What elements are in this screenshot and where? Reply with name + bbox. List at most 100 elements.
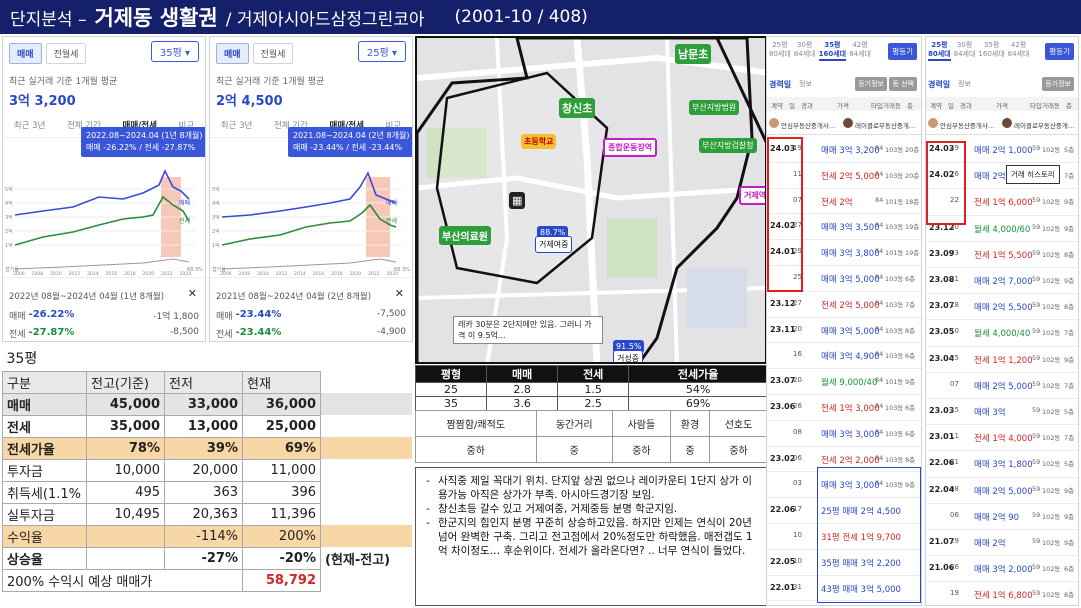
contract-day: 26 [950,563,959,572]
size-tab[interactable]: 42평 84세대 [849,41,871,61]
agent-name[interactable]: 레이클로부동산중개… [855,120,915,130]
info-label[interactable]: 정보 [958,79,971,89]
size-tab[interactable]: 25평 80세대 [928,41,951,61]
tab-sale[interactable]: 매매 [216,43,249,64]
transaction-row[interactable]: 23.06 26 전세 1억 3,000 84 103동 6층 [767,395,921,421]
deal-floor: 9층 [1064,277,1075,285]
y-tick: 4억 [212,200,220,207]
map-label-namun-elementary[interactable]: 남문초 [675,44,712,64]
rating-value: 중 [535,436,613,463]
agent-name[interactable]: 안심부동산중개사… [940,120,994,130]
table-cell: 3.6 [486,396,559,411]
map-label-changsin-elementary[interactable]: 창신초 [559,98,596,118]
sort-label[interactable]: 경력일 [769,79,791,90]
badge-period: 2021.08~2024.04 (2년 8개월) [293,131,410,140]
deal-floor: 20층 [905,171,920,180]
deal-price: 전세 2억 [821,197,853,208]
size-tab[interactable]: 25평 80세대 [769,41,791,61]
transaction-row[interactable]: 07 매매 2억 5,000 59 102동 7층 [926,373,1078,399]
y-tick: 4억 [5,200,13,207]
table-cell: 39% [164,436,243,460]
map-label-geoje-station[interactable]: 거제역 [739,186,765,205]
transaction-row[interactable]: 21.06 26 매매 3억 2,000 59 102동 6층 [926,556,1078,583]
jeonse-change-row: 전세 -23.44% -4,900 [216,327,406,340]
transaction-row[interactable]: 19 전세 1억 6,800 59 102동 8층 [926,582,1078,605]
size-tab[interactable]: 35평 160세대 [978,41,1004,61]
sort-label[interactable]: 경력일 [928,79,950,90]
avatar [1002,118,1012,128]
map-label-sports-complex-station[interactable]: 종합운동장역 [603,138,658,157]
row-note [321,503,413,525]
transaction-row[interactable]: 23.07 18 매매 2억 5,500 59 102동 8층 [926,294,1078,321]
close-icon[interactable]: ✕ [188,287,197,300]
transaction-row[interactable]: 16 매매 3억 4,900 84 103동 6층 [767,343,921,370]
map-label-busan-medical-center[interactable]: 부산의료원 [439,226,491,245]
register-button[interactable]: 평등기 [1045,43,1074,60]
transaction-row[interactable]: 23.08 31 매매 2억 7,000 59 102동 9층 [926,268,1078,295]
deal-type-area: 84 [875,221,884,230]
contract-month: 23.06 [770,402,796,411]
transaction-row[interactable]: 21.07 29 매매 2억 59 102동 9층 [926,530,1078,557]
size-tab[interactable]: 42평 84세대 [1008,41,1030,61]
transaction-row[interactable]: 23.11 20 매매 3억 5,000 84 103동 8층 [767,318,921,344]
map-label-geoseong-middle[interactable]: 거성중 [613,350,644,362]
transaction-row[interactable]: 23.12 27 전세 2억 5,000 84 103동 7층 [767,292,921,318]
map-label-school-burst[interactable]: 초등학교 [521,134,557,149]
table-cell: 2.8 [486,382,559,397]
transaction-row[interactable]: 23.04 25 전세 1억 1,200 59 102동 9층 [926,347,1078,373]
deal-floor: 6층 [905,429,916,438]
size-tab[interactable]: 30평 84세대 [954,41,976,61]
tab-sale[interactable]: 매매 [9,43,42,64]
size-tab[interactable]: 35평 160세대 [818,41,847,61]
transaction-row[interactable]: 08 매매 3억 3,000 84 103동 6층 [767,421,921,447]
avatar [769,118,779,128]
transaction-row[interactable]: 22.04 08 매매 2억 5,000 59 102동 9층 [926,478,1078,504]
agent-name[interactable]: 안심부동산중개사… [781,120,835,130]
tab-rent[interactable]: 전월세 [252,43,294,64]
registry-info-button[interactable]: 등기정보 [1042,77,1074,91]
period-tab[interactable]: 최근 3년 [221,119,253,133]
transaction-row[interactable]: 23.03 15 매매 3억 59 102동 5층 [926,399,1078,426]
column-header: 가격 [996,102,1008,110]
table-cell: 1.5 [557,382,630,397]
rating-value: 중하 [709,436,768,463]
size-dropdown[interactable]: 25평 ▾ [357,41,406,62]
register-button[interactable]: 평등기 [888,43,917,60]
map-label-geoje-girls-middle[interactable]: 거제여중 [535,236,573,253]
rating-table: 짬짬함/쾌적도 동간거리 사람들 환경 선호도 중하 중 중하 중 중하 [415,410,768,463]
deal-type-area: 84 [875,144,884,152]
tab-rent[interactable]: 전월세 [45,43,87,64]
deal-floor: 5층 [1064,460,1075,469]
transaction-row[interactable]: 23.01 11 전세 1억 4,000 59 102동 7층 [926,425,1078,452]
price-trend-chart[interactable]: 5억4억3억2억1억매매전세갭가율 68.3%2006 2008 2010 2012 20… [210,147,413,277]
deal-building: 102동 [1042,460,1061,469]
jeonse-label: 전세 [9,330,26,340]
other-size-group [817,467,921,603]
transaction-row[interactable]: 23.09 03 전세 1억 5,500 59 102동 8층 [926,242,1078,268]
table-cell: 69% [242,436,321,460]
map-label-prosecutors-office[interactable]: 부산지방검찰청 [699,138,757,153]
building-select-button[interactable]: 동 선택 [889,77,917,91]
agent-name[interactable]: 레이클로부동산중개… [1014,120,1074,130]
jeonse-pct: -27.87% [28,327,75,338]
size-tab[interactable]: 30평 84세대 [794,41,816,61]
registry-info-button[interactable]: 등기정보 [855,77,887,91]
deal-type-area: 59 [1032,510,1041,519]
deal-type-area: 84 [875,376,884,385]
range-badge: 2021.08~2024.04 (2년 8개월) 매매 -23.44% / 전세 … [288,127,412,157]
transaction-row[interactable]: 22.06 21 매매 3억 1,800 59 102동 5층 [926,451,1078,478]
deal-floor: 18층 [905,197,920,206]
map-view[interactable]: 남문초 창신초 초등학교 종합운동장역 부산지방법원 부산지방검찰청 거제역 부… [415,36,767,364]
transaction-row[interactable]: 06 매매 2억 90 59 102동 9층 [926,504,1078,530]
map-label-district-court[interactable]: 부산지방법원 [689,100,740,115]
period-tab[interactable]: 최근 3년 [14,119,46,133]
transaction-row[interactable]: 23.07 20 월세 9,000/40 84 101동 9층 [767,369,921,395]
size-dropdown[interactable]: 35평 ▾ [150,41,199,62]
deal-price: 전세 1억 4,000 [974,434,1033,445]
info-label[interactable]: 정보 [799,79,812,89]
size-tab-units: 84세대 [793,50,816,58]
price-trend-chart[interactable]: 5억4억3억2억1억매매전세갭가율 68.3%2006 2008 2010 2012 20… [3,147,206,277]
size-tab-units: 80세대 [928,50,951,58]
close-icon[interactable]: ✕ [395,287,404,300]
transaction-row[interactable]: 23.05 10 월세 4,000/40 59 102동 7층 [926,320,1078,347]
